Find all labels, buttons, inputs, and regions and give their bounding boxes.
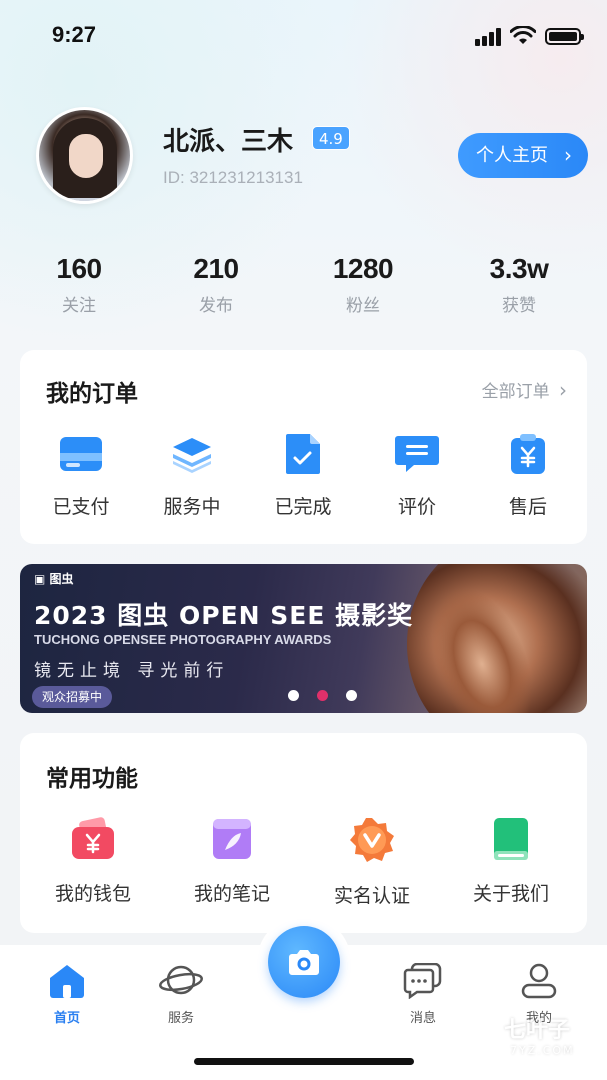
home-indicator[interactable]	[194, 1058, 414, 1065]
wifi-icon	[510, 26, 536, 44]
stat-label: 粉丝	[346, 296, 380, 316]
nav-item-home[interactable]: 首页	[22, 963, 112, 1026]
leaf-logo-icon	[459, 1008, 495, 1055]
nav-item-service[interactable]: 服务	[136, 963, 226, 1026]
cellular-signal-icon	[475, 28, 503, 46]
planet-icon	[159, 965, 203, 995]
home-icon	[50, 965, 84, 998]
chevron-right-icon: ›	[559, 378, 567, 402]
function-notes[interactable]: 我的笔记	[183, 817, 281, 906]
stat-label: 发布	[199, 296, 233, 316]
layers-icon	[173, 438, 211, 473]
functions-card: 常用功能 我的钱包 我的笔记 实名认证 关于我们	[20, 733, 587, 933]
clipboard-yen-icon	[511, 434, 545, 474]
status-bar: 9:27	[0, 0, 607, 70]
stat-posts[interactable]: 210 发布	[156, 253, 276, 316]
function-verification[interactable]: 实名认证	[323, 817, 421, 908]
comment-icon	[395, 436, 439, 472]
watermark-text: 七叶子	[504, 1018, 571, 1043]
stat-value: 3.3w	[489, 253, 549, 284]
message-icon	[403, 962, 442, 1000]
order-item-label: 售后	[508, 496, 547, 518]
avatar[interactable]	[36, 107, 133, 204]
camera-icon	[289, 950, 319, 975]
profile-home-button[interactable]: 个人主页 ›	[458, 133, 588, 178]
pagination-dot[interactable]	[288, 690, 299, 701]
battery-icon	[545, 28, 584, 45]
stat-label: 关注	[62, 296, 96, 316]
order-item-in-service[interactable]: 服务中	[151, 434, 233, 519]
orders-card: 我的订单 全部订单 › 已支付 服务中 已完成 评价 售后	[20, 350, 587, 544]
all-orders-label: 全部订单	[481, 382, 550, 402]
stat-value: 210	[193, 253, 239, 284]
function-about-us[interactable]: 关于我们	[462, 817, 560, 906]
function-label: 我的笔记	[193, 883, 270, 905]
order-item-after-sales[interactable]: 售后	[487, 434, 569, 519]
username: 北派、三木	[163, 127, 294, 157]
stat-following[interactable]: 160 关注	[19, 253, 139, 316]
order-item-label: 已完成	[274, 496, 332, 518]
wallet-icon	[72, 817, 114, 859]
order-item-paid[interactable]: 已支付	[40, 434, 122, 519]
banner-slogan: 镜无止境 寻光前行	[34, 661, 230, 681]
camera-button[interactable]	[268, 926, 340, 998]
card-icon	[60, 437, 102, 471]
nav-label: 服务	[167, 1011, 194, 1026]
stat-value: 1280	[332, 253, 394, 284]
all-orders-link[interactable]: 全部订单 ›	[482, 377, 567, 402]
order-item-label: 评价	[397, 496, 436, 518]
watermark: 七叶子 7YZ.COM	[452, 1000, 602, 1070]
functions-title: 常用功能	[46, 766, 138, 792]
verify-badge-icon	[350, 818, 394, 862]
banner-title: 2023 图虫 OPEN SEE 摄影奖	[34, 601, 414, 630]
user-icon	[521, 963, 557, 999]
book-icon	[494, 818, 528, 860]
chevron-right-icon: ›	[564, 143, 572, 167]
function-label: 实名认证	[333, 885, 410, 907]
promo-banner[interactable]: ▣ 图虫 2023 图虫 OPEN SEE 摄影奖 TUCHONG OPENSE…	[20, 564, 587, 713]
stat-label: 获赞	[502, 296, 536, 316]
pagination-dot-active[interactable]	[317, 690, 328, 701]
stat-followers[interactable]: 1280 粉丝	[303, 253, 423, 316]
orders-title: 我的订单	[46, 381, 138, 407]
banner-subtitle: TUCHONG OPENSEE PHOTOGRAPHY AWARDS	[34, 632, 332, 647]
function-label: 关于我们	[472, 883, 549, 905]
notes-icon	[213, 819, 251, 859]
banner-tag: 观众招募中	[32, 686, 113, 708]
document-check-icon	[286, 434, 320, 474]
stat-likes[interactable]: 3.3w 获赞	[459, 253, 579, 316]
banner-logo: ▣ 图虫	[34, 572, 74, 586]
order-item-completed[interactable]: 已完成	[262, 434, 344, 519]
watermark-sub: 7YZ.COM	[510, 1044, 575, 1057]
order-item-review[interactable]: 评价	[376, 434, 458, 519]
banner-logo-text: 图虫	[49, 572, 74, 586]
profile-home-label: 个人主页	[476, 145, 548, 166]
status-time: 9:27	[52, 22, 97, 47]
order-item-label: 已支付	[52, 496, 110, 518]
function-label: 我的钱包	[54, 883, 131, 905]
order-item-label: 服务中	[163, 496, 221, 518]
nav-label: 首页	[53, 1011, 80, 1026]
pagination-dot[interactable]	[346, 690, 357, 701]
function-wallet[interactable]: 我的钱包	[44, 817, 142, 906]
banner-pagination	[288, 686, 375, 705]
rating-badge: 4.9	[312, 126, 350, 150]
stat-value: 160	[56, 253, 102, 284]
user-id: ID: 321231213131	[163, 168, 303, 187]
